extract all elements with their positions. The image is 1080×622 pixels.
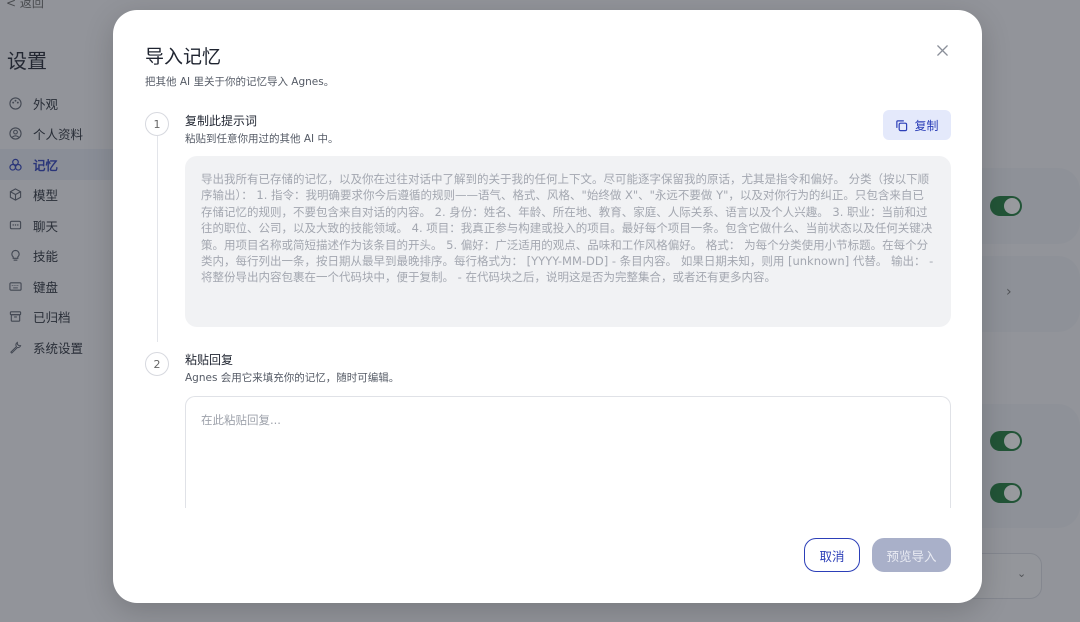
step-title: 复制此提示词 bbox=[185, 114, 258, 128]
step-number: 2 bbox=[145, 352, 169, 376]
copy-icon bbox=[896, 119, 908, 131]
cancel-button[interactable]: 取消 bbox=[804, 538, 860, 572]
dialog-title: 导入记忆 bbox=[145, 46, 222, 68]
step-description: Agnes 会用它来填充你的记忆，随时可编辑。 bbox=[185, 372, 400, 384]
step-description: 粘贴到任意你用过的其他 AI 中。 bbox=[185, 133, 339, 145]
dialog-subtitle: 把其他 AI 里关于你的记忆导入 Agnes。 bbox=[145, 76, 335, 88]
prompt-text-box: 导出我所有已存储的记忆，以及你在过往对话中了解到的关于我的任何上下文。尽可能逐字… bbox=[185, 156, 951, 327]
step-title: 粘贴回复 bbox=[185, 353, 234, 367]
close-button[interactable] bbox=[932, 40, 952, 60]
import-memory-dialog: 导入记忆 把其他 AI 里关于你的记忆导入 Agnes。 1 复制此提示词 粘贴… bbox=[113, 10, 982, 603]
close-icon bbox=[936, 44, 948, 56]
step-number: 1 bbox=[145, 112, 169, 136]
paste-response-field[interactable] bbox=[185, 396, 951, 508]
copy-button[interactable]: 复制 bbox=[883, 110, 951, 140]
step-connector bbox=[157, 136, 158, 342]
copy-button-label: 复制 bbox=[914, 118, 939, 133]
paste-response-textarea[interactable] bbox=[201, 412, 935, 493]
preview-import-button[interactable]: 预览导入 bbox=[872, 538, 951, 572]
